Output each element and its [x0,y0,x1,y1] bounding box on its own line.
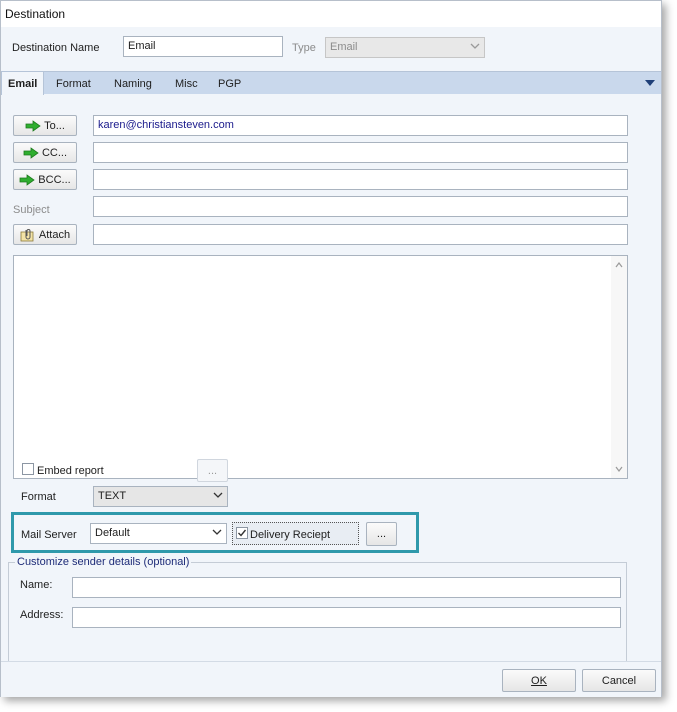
ok-button[interactable]: OK [502,669,576,692]
attach-button[interactable]: Attach [13,224,77,245]
to-input[interactable]: karen@christiansteven.com [93,115,628,136]
mail-server-select-value: Default [95,527,130,539]
green-arrow-icon [23,146,39,159]
subject-label: Subject [13,204,50,216]
to-button[interactable]: To... [13,115,77,136]
dialog-footer: OK Cancel [1,661,661,697]
format-label: Format [21,491,56,503]
embed-report-checkbox[interactable] [22,463,34,475]
bcc-button-label: BCC... [38,173,71,186]
subject-input[interactable] [93,196,628,217]
destination-name-label: Destination Name [12,42,100,54]
tab-pgp[interactable]: PGP [212,72,247,95]
type-select-value: Email [330,41,358,53]
sender-name-label: Name: [20,579,53,591]
cancel-button-label: Cancel [601,674,637,687]
chevron-down-icon[interactable] [615,466,623,472]
tab-naming[interactable]: Naming [108,72,158,95]
cancel-button[interactable]: Cancel [582,669,656,692]
tab-format[interactable]: Format [50,72,97,95]
tab-email[interactable]: Email [1,71,45,95]
format-select-value: TEXT [98,490,127,502]
checkmark-icon [238,529,247,537]
dropdown-triangle-icon[interactable] [645,80,655,86]
sender-address-label: Address: [20,609,64,621]
mail-server-select[interactable]: Default [90,523,227,544]
sender-details-title: Customize sender details (optional) [15,556,192,568]
cc-input[interactable] [93,142,628,163]
embed-options-button[interactable]: ... [197,459,228,482]
title-bar: Destination [1,1,661,27]
cc-button-label: CC... [41,146,68,159]
tab-misc[interactable]: Misc [169,72,204,95]
mail-server-label: Mail Server [21,529,77,541]
destination-dialog: Destination Destination Name Email Type … [0,0,662,697]
bcc-button[interactable]: BCC... [13,169,77,190]
delivery-receipt-option[interactable]: Delivery Reciept [232,522,359,545]
sender-address-input[interactable] [72,607,621,628]
chevron-down-icon [212,529,222,535]
to-button-label: To... [44,119,65,132]
vertical-scrollbar[interactable] [611,256,627,478]
sender-name-input[interactable] [72,577,621,598]
window-title: Destination [5,7,66,21]
dialog-client-area: Destination Name Email Type Email Email … [1,27,661,697]
ok-button-label: OK [531,674,547,687]
paperclip-icon [20,228,34,241]
message-body[interactable] [13,255,628,479]
type-select[interactable]: Email [325,37,485,58]
attach-button-label: Attach [38,228,71,241]
delivery-receipt-label: Delivery Reciept [250,529,331,541]
attach-input[interactable] [93,224,628,245]
chevron-down-icon [213,492,223,498]
bcc-input[interactable] [93,169,628,190]
delivery-receipt-checkbox[interactable] [236,527,248,539]
green-arrow-icon [19,173,35,186]
green-arrow-icon [25,119,41,132]
destination-name-input[interactable]: Email [123,36,283,57]
cc-button[interactable]: CC... [13,142,77,163]
chevron-up-icon[interactable] [615,262,623,268]
tab-bar: Email Format Naming Misc PGP [1,71,661,95]
embed-report-label: Embed report [37,465,104,477]
mail-server-options-button[interactable]: ... [366,522,397,546]
format-select[interactable]: TEXT [93,486,228,507]
type-label: Type [292,42,316,54]
chevron-down-icon [470,43,480,49]
